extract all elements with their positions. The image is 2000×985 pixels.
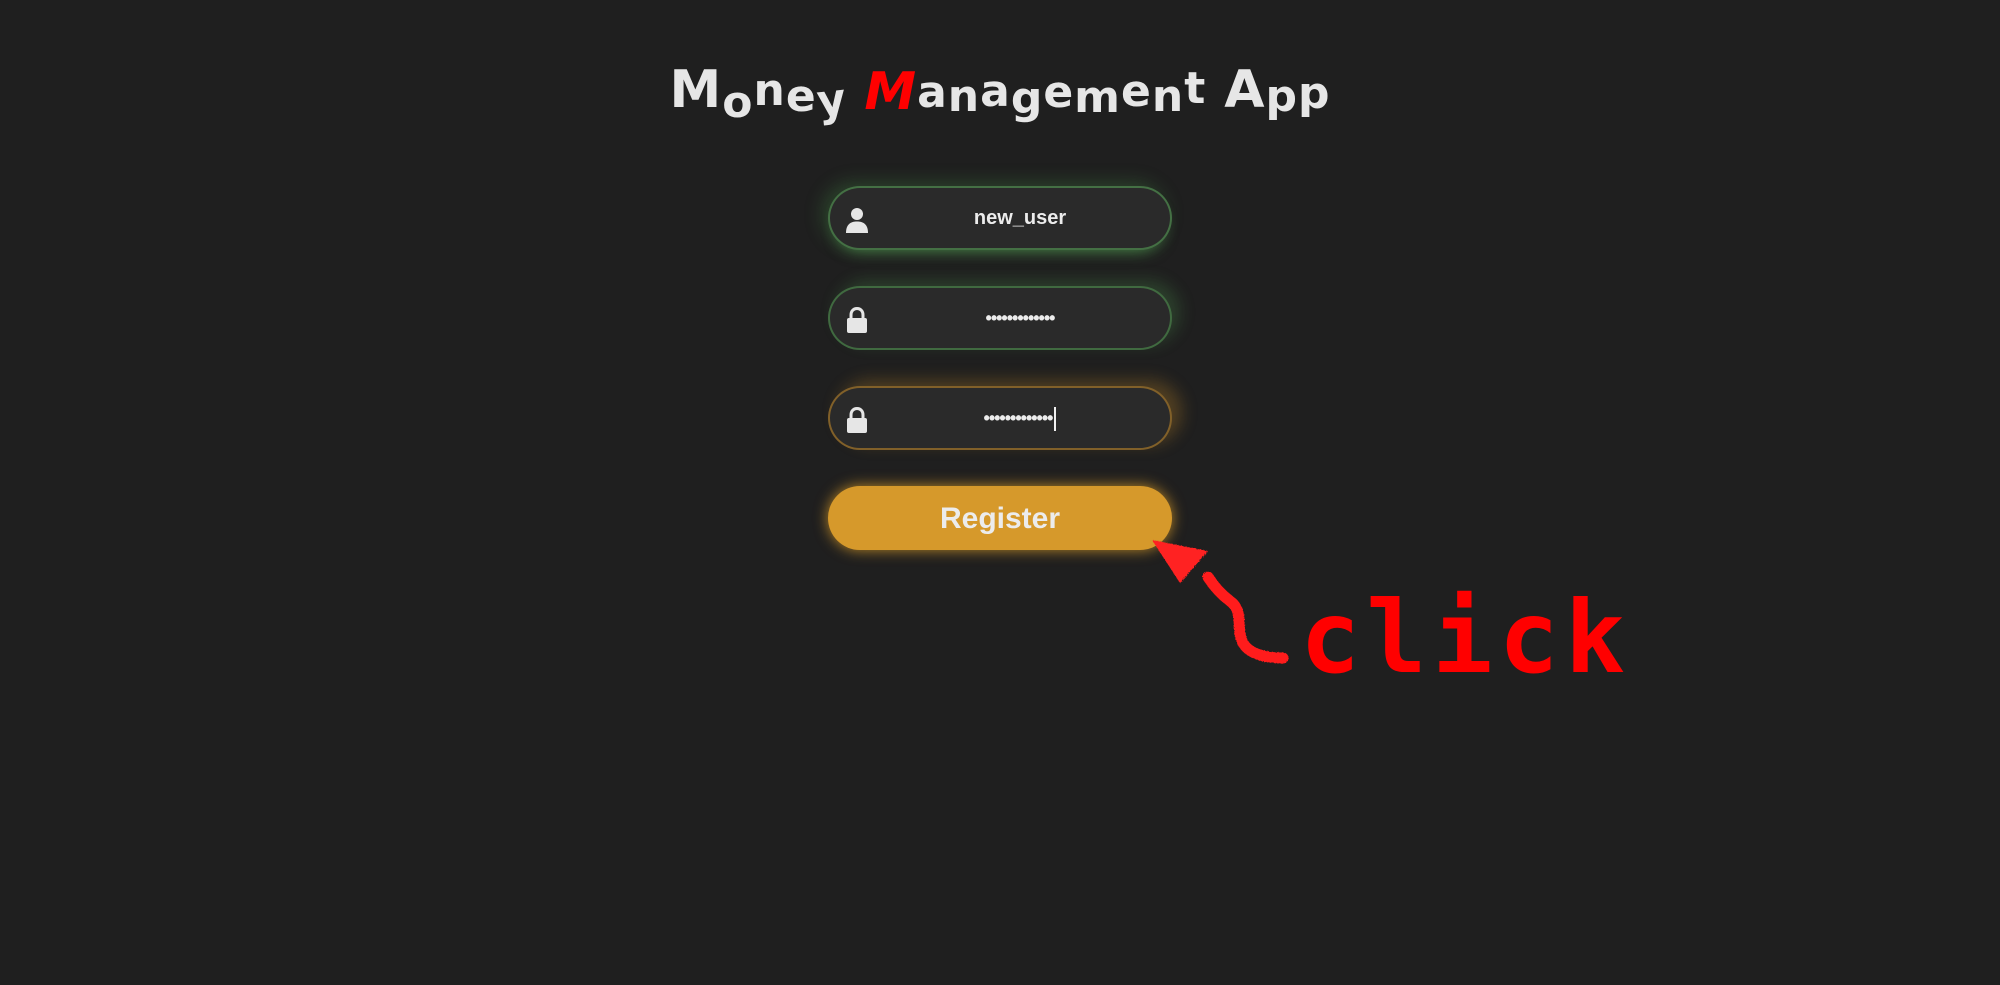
username-field[interactable]: new_user [828, 186, 1172, 250]
title-word-rest: anagement App [917, 60, 1331, 124]
annotation-click-text: click [1300, 579, 1632, 696]
lock-icon [844, 406, 870, 434]
lock-icon [844, 306, 870, 334]
page-title: Money Management App [0, 60, 2000, 128]
confirm-password-value: ••••••••••••• [983, 408, 1054, 428]
page: Money Management App new_user ••••••••••••… [0, 0, 2000, 985]
text-caret [1054, 407, 1057, 432]
register-button[interactable]: Register [828, 486, 1172, 550]
password-value: ••••••••••••• [985, 308, 1056, 328]
title-word-money: Money [669, 60, 849, 128]
title-accent-letter: M [864, 62, 918, 122]
confirm-password-field[interactable]: ••••••••••••• [828, 386, 1172, 450]
confirm-password-wrap: ••••••••••••• [890, 388, 1150, 448]
username-value: new_user [973, 207, 1067, 229]
password-field[interactable]: ••••••••••••• [828, 286, 1172, 350]
user-icon [844, 206, 870, 234]
